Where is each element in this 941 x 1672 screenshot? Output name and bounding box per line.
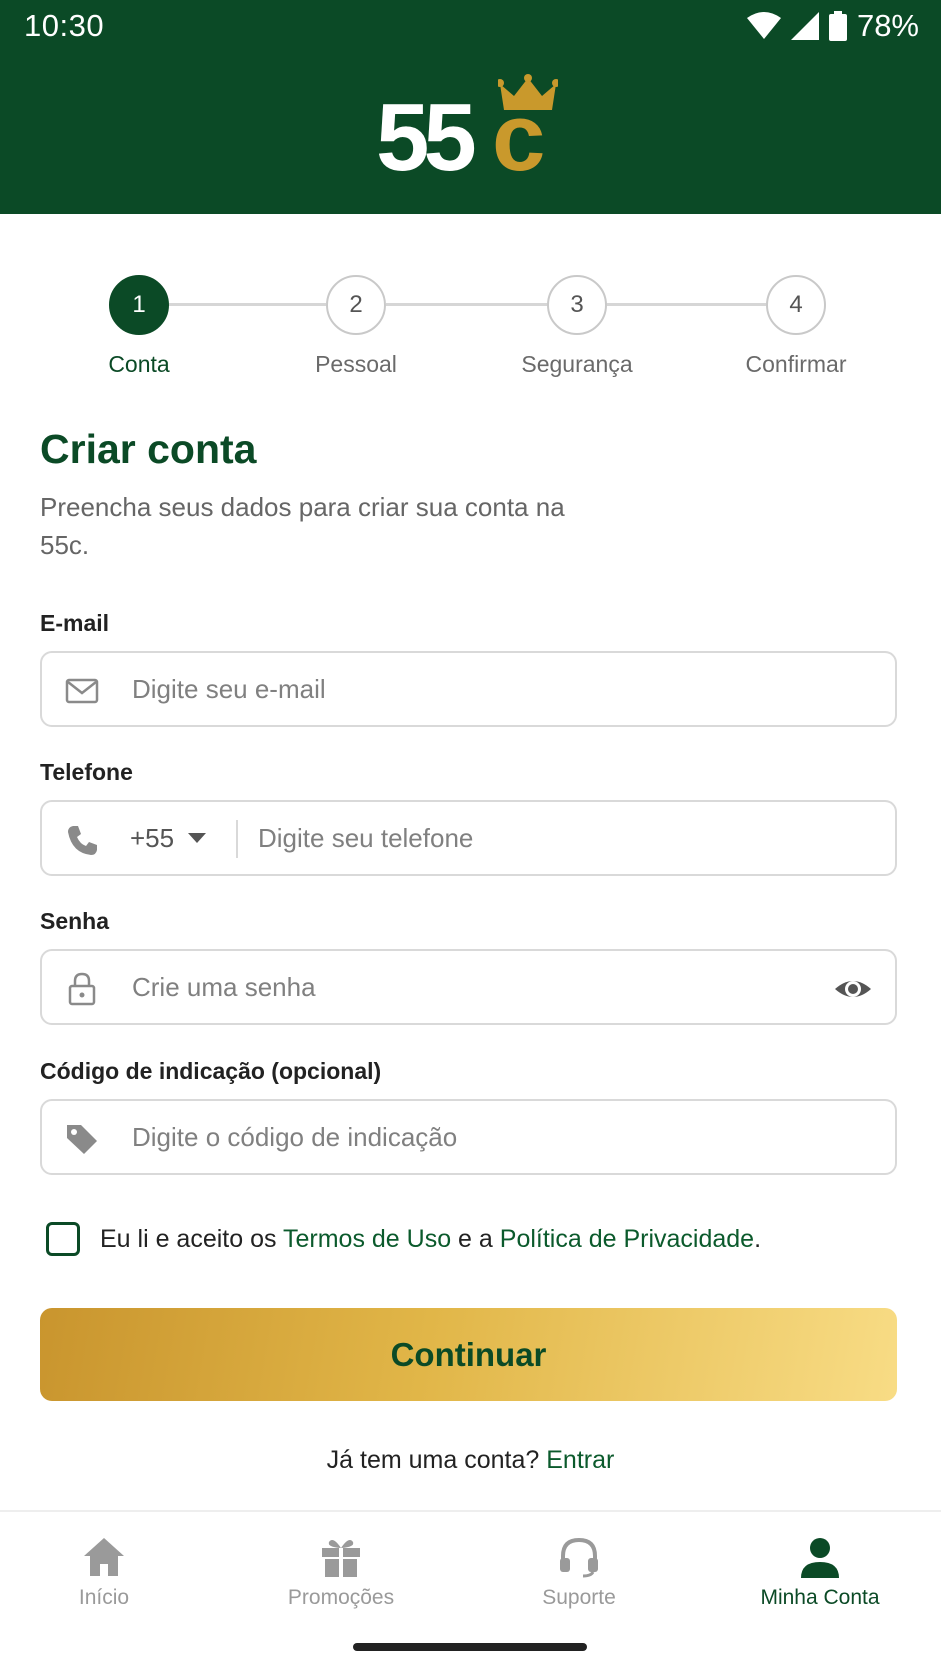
battery-percent: 78%: [856, 8, 919, 43]
password-input[interactable]: [132, 951, 772, 1023]
email-input[interactable]: [132, 653, 832, 725]
signup-stepper: 1 Conta 2 Pessoal 3 Segurança 4 Confirma…: [0, 270, 941, 390]
home-indicator[interactable]: [353, 1643, 587, 1651]
continue-button[interactable]: Continuar: [40, 1308, 897, 1401]
user-icon: [801, 1538, 839, 1578]
step-number: 1: [109, 275, 169, 335]
brand-logo: 55 c: [376, 74, 576, 191]
referral-code-input[interactable]: [132, 1101, 832, 1173]
step-seguranca[interactable]: 3 Segurança: [487, 275, 667, 378]
email-field-container: [40, 651, 897, 727]
privacy-policy-link[interactable]: Política de Privacidade: [500, 1225, 754, 1253]
phone-divider: [236, 820, 238, 858]
phone-field-container: +55: [40, 800, 897, 876]
terms-suffix: .: [754, 1224, 762, 1253]
crown-icon: [498, 74, 558, 110]
logo-number: 55: [376, 84, 477, 191]
nav-item-minha-conta[interactable]: Minha Conta: [720, 1536, 920, 1610]
app-header: 10:30 78% 55 c: [0, 0, 941, 214]
login-prompt: Já tem uma conta? Entrar: [0, 1446, 941, 1475]
step-confirmar[interactable]: 4 Confirmar: [706, 275, 886, 378]
terms-prefix: Eu li e aceito os: [100, 1224, 283, 1253]
nav-label: Suporte: [542, 1586, 616, 1609]
mail-icon: [65, 678, 99, 704]
step-number: 3: [547, 275, 607, 335]
step-number: 2: [326, 275, 386, 335]
terms-checkbox[interactable]: [46, 1222, 80, 1256]
password-field-container: [40, 949, 897, 1025]
email-label: E-mail: [40, 610, 110, 636]
password-label: Senha: [40, 908, 110, 934]
step-number: 4: [766, 275, 826, 335]
status-time: 10:30: [24, 8, 105, 43]
login-link[interactable]: Entrar: [546, 1446, 614, 1474]
gift-icon: [322, 1540, 360, 1577]
step-label: Pessoal: [315, 351, 397, 377]
wifi-icon: [746, 12, 781, 39]
phone-input[interactable]: [258, 802, 858, 874]
page-title: Criar conta: [40, 426, 257, 472]
terms-text: Eu li e aceito os Termos de Uso e a Polí…: [100, 1225, 761, 1254]
home-icon: [84, 1538, 124, 1576]
step-label: Segurança: [521, 351, 633, 377]
cell-signal-icon: [790, 12, 819, 40]
lock-icon: [68, 972, 96, 1006]
terms-of-use-link[interactable]: Termos de Uso: [283, 1225, 451, 1253]
login-prompt-text: Já tem uma conta?: [326, 1446, 540, 1474]
phone-icon: [68, 826, 97, 855]
show-password-eye-icon[interactable]: [833, 971, 873, 1007]
referral-label: Código de indicação (opcional): [40, 1058, 382, 1084]
chevron-down-icon: [188, 833, 207, 843]
nav-label: Promoções: [287, 1586, 395, 1609]
country-code-select[interactable]: +55: [130, 802, 207, 874]
step-pessoal[interactable]: 2 Pessoal: [266, 275, 446, 378]
status-icons: 78%: [746, 8, 919, 44]
terms-row: Eu li e aceito os Termos de Uso e a Polí…: [46, 1222, 761, 1256]
country-code-value: +55: [130, 822, 175, 853]
headset-icon: [560, 1537, 598, 1578]
step-label: Confirmar: [745, 351, 847, 377]
step-label: Conta: [108, 351, 170, 377]
page-subtitle: Preencha seus dados para criar sua conta…: [40, 492, 565, 560]
referral-field-container: [40, 1099, 897, 1175]
nav-label: Início: [78, 1586, 130, 1609]
nav-item-promocoes[interactable]: Promoções: [241, 1536, 441, 1610]
nav-item-inicio[interactable]: Início: [4, 1536, 204, 1610]
step-conta[interactable]: 1 Conta: [49, 275, 229, 378]
terms-middle: e a: [451, 1224, 500, 1253]
nav-item-suporte[interactable]: Suporte: [479, 1536, 679, 1610]
nav-label: Minha Conta: [760, 1586, 880, 1609]
battery-icon: [828, 11, 847, 41]
status-bar: 10:30 78%: [0, 0, 941, 56]
tag-icon: [67, 1125, 97, 1154]
phone-label: Telefone: [40, 759, 133, 785]
